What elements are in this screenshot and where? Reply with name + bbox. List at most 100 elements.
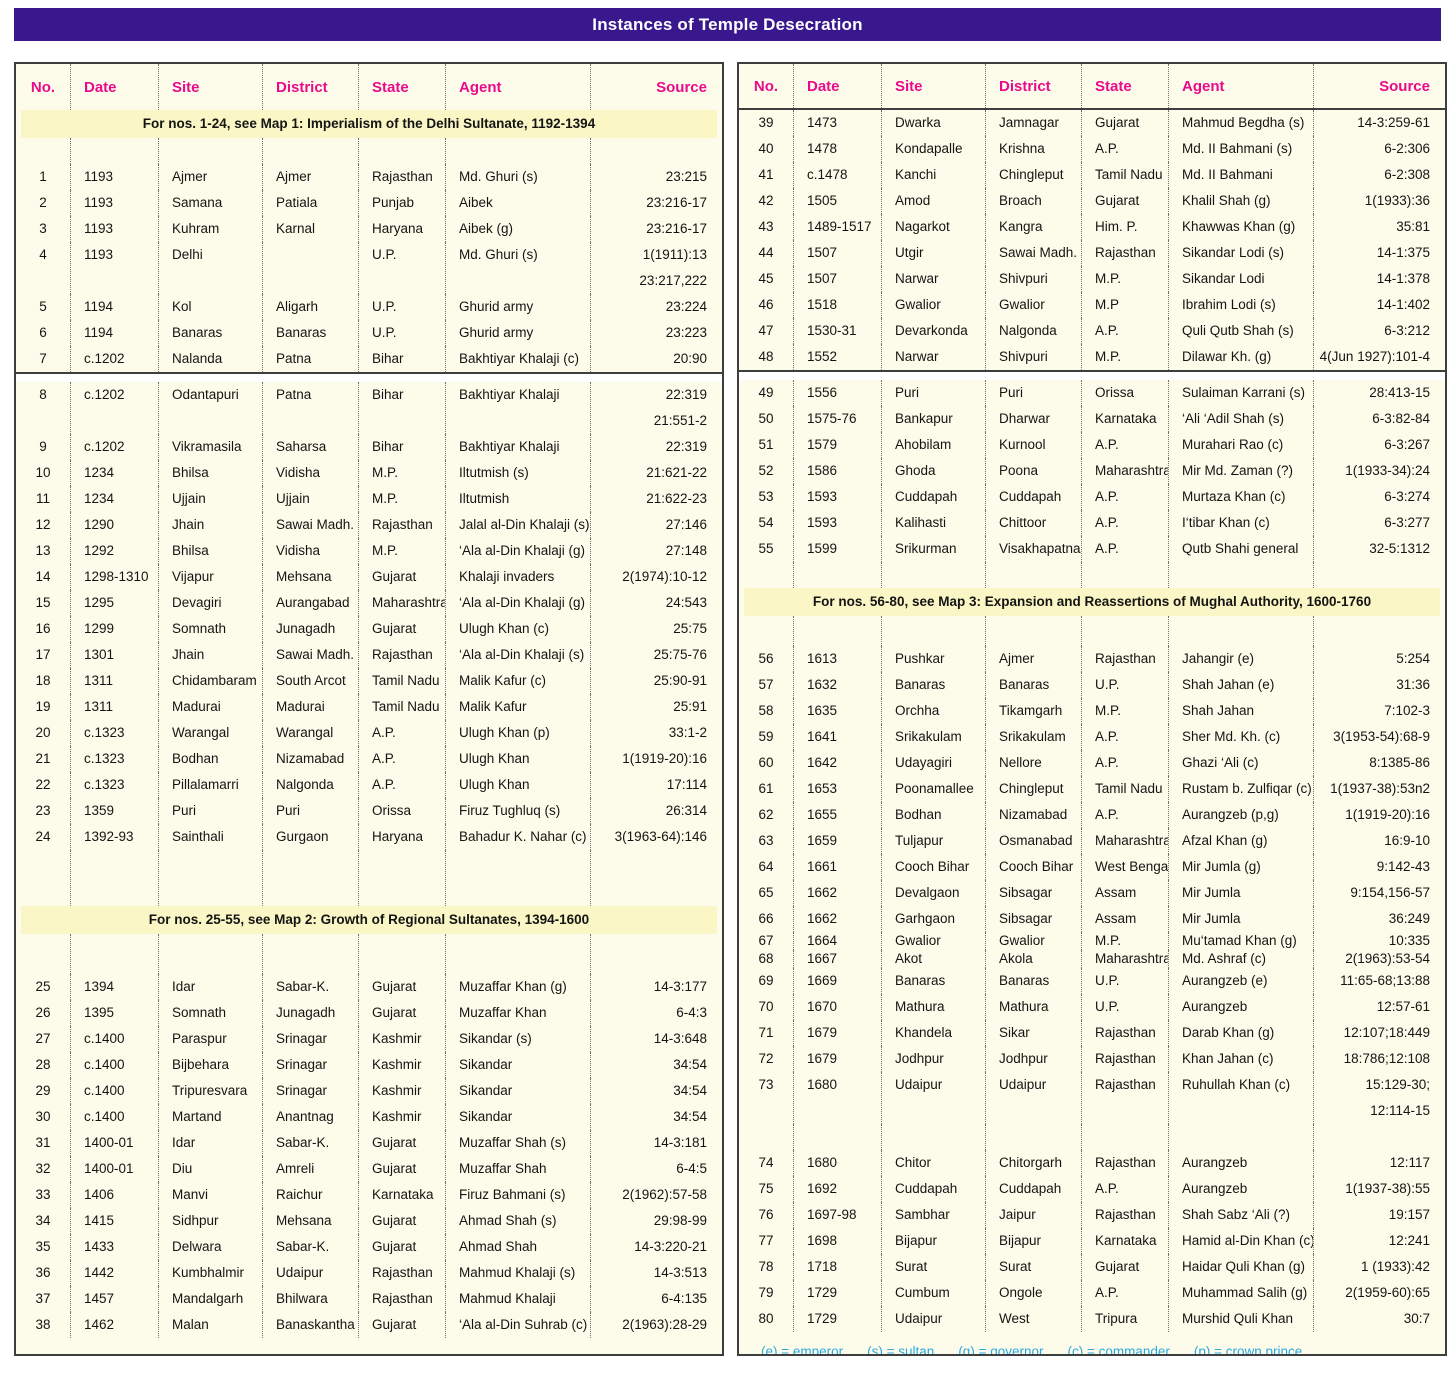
cell-site: Manvi: [158, 1182, 262, 1208]
cell-no: 29: [35, 1083, 51, 1098]
cell-source: 14-3:259-61: [1313, 110, 1445, 136]
cell-date: 1234: [70, 460, 158, 486]
cell-agent: Qutb Shahi general: [1168, 536, 1313, 562]
cell-date: 1635: [793, 698, 881, 724]
source-line: 23:223: [665, 325, 707, 340]
source-line: 26:314: [665, 803, 707, 818]
table-row: 76 1697-98 Sambhar Jaipur Rajasthan Shah Sabz…: [739, 1202, 1445, 1228]
cell-no: 56: [758, 651, 774, 666]
cell-site: Kalihasti: [881, 510, 985, 536]
cell-district: Kurnool: [985, 432, 1081, 458]
source-line: 19:157: [1388, 1207, 1430, 1222]
cell-source: 1(1933):36: [1313, 188, 1445, 214]
cell-source: 25:90-91: [590, 668, 722, 694]
source-line: 6-4:3: [676, 1005, 707, 1020]
cell-state: Rajasthan: [1081, 1072, 1168, 1124]
spacer-cell: [590, 138, 722, 164]
cell-agent: Malik Kafur: [445, 694, 590, 720]
spacer-cell: [793, 616, 881, 646]
cell-agent: Murtaza Khan (c): [1168, 484, 1313, 510]
spacer-cell: [158, 934, 262, 974]
source-line: 2(1959-60):65: [1345, 1285, 1430, 1300]
cell-agent: ‘Ali ‘Adil Shah (s): [1168, 406, 1313, 432]
cell-state: A.P.: [1081, 1280, 1168, 1306]
table-row: 29 c.1400 Tripuresvara Srinagar Kashmir Sikan…: [16, 1078, 722, 1104]
cell-site: Sainthali: [158, 824, 262, 850]
cell-site: Devagiri: [158, 590, 262, 616]
cell-agent: Aibek: [445, 190, 590, 216]
cell-source: 14-3:220-21: [590, 1234, 722, 1260]
legend: (e) = emperor (s) = sultan (g) = governor (…: [739, 1344, 1445, 1356]
spacer-cell: [985, 1124, 1081, 1150]
source-line: 6-4:135: [661, 1291, 707, 1306]
cell-no: 72: [758, 1051, 774, 1066]
table-row: 24 1392-93 Sainthali Gurgaon Haryana Bahadur …: [16, 824, 722, 850]
table-row: 72 1679 Jodhpur Jodhpur Rajasthan Khan Jahan …: [739, 1046, 1445, 1072]
cell-date: 1661: [793, 854, 881, 880]
cell-site: Bijbehara: [158, 1052, 262, 1078]
cell-site: Madurai: [158, 694, 262, 720]
spacer-cell: [16, 138, 70, 164]
cell-date: 1395: [70, 1000, 158, 1026]
cell-site: Banaras: [881, 968, 985, 994]
cell-date: 1632: [793, 672, 881, 698]
source-line: 6-3:267: [1384, 437, 1430, 452]
cell-district: Cuddapah: [985, 484, 1081, 510]
cell-source: 9:142-43: [1313, 854, 1445, 880]
cell-agent: Firuz Bahmani (s): [445, 1182, 590, 1208]
cell-state: A.P.: [1081, 136, 1168, 162]
spacer-cell: [358, 934, 445, 974]
cell-date: 1392-93: [70, 824, 158, 850]
cell-agent: Sikandar Lodi: [1168, 266, 1313, 292]
cell-no: 18: [35, 673, 51, 688]
cell-district: Osmanabad: [985, 828, 1081, 854]
legend-item: (e) = emperor: [761, 1344, 844, 1356]
cell-site: Jhain: [158, 642, 262, 668]
cell-no: 68: [758, 951, 774, 966]
cell-source: 27:148: [590, 538, 722, 564]
cell-no: 25: [35, 979, 51, 994]
cell-date: 1194: [70, 320, 158, 346]
section-banner: For nos. 1-24, see Map 1: Imperialism of…: [21, 110, 717, 138]
cell-date: c.1400: [70, 1078, 158, 1104]
table-row: 32 1400-01 Diu Amreli Gujarat Muzaffar Shah 6-…: [16, 1156, 722, 1182]
cell-state: Kashmir: [358, 1052, 445, 1078]
cell-agent: Shah Jahan: [1168, 698, 1313, 724]
cell-agent: Mir Jumla: [1168, 880, 1313, 906]
source-line: 1(1937-38):55: [1345, 1181, 1430, 1196]
source-line: 10:335: [1388, 933, 1430, 948]
cell-date: 1193: [70, 164, 158, 190]
cell-district: Ajmer: [262, 164, 358, 190]
cell-site: Devalgaon: [881, 880, 985, 906]
table-row: 10 1234 Bhilsa Vidisha M.P. Iltutmish (s) 21:6…: [16, 460, 722, 486]
cell-state: Karnataka: [1081, 406, 1168, 432]
cell-state: Gujarat: [358, 1156, 445, 1182]
source-line: 3(1963-64):146: [614, 829, 707, 844]
cell-source: 32-5:1312: [1313, 536, 1445, 562]
table-row: 62 1655 Bodhan Nizamabad A.P. Aurangzeb (p,g)…: [739, 802, 1445, 828]
table-row: 49 1556 Puri Puri Orissa Sulaiman Karrani (s)…: [739, 380, 1445, 406]
cell-site: Kuhram: [158, 216, 262, 242]
cell-agent: Ulugh Khan: [445, 746, 590, 772]
source-line: 16:9-10: [1384, 833, 1430, 848]
source-line: 6-3:82-84: [1372, 411, 1430, 426]
cell-no: 46: [758, 297, 774, 312]
cell-no: 5: [39, 299, 47, 314]
cell-agent: Mir Jumla (g): [1168, 854, 1313, 880]
cell-no: 67: [758, 933, 774, 948]
source-line: 11:65-68;13:88: [1340, 973, 1430, 988]
table-row: 11 1234 Ujjain Ujjain M.P. Iltutmish 21:622-23: [16, 486, 722, 512]
cell-no: 8: [39, 387, 47, 402]
cell-date: 1415: [70, 1208, 158, 1234]
table-row: 18 1311 Chidambaram South Arcot Tamil Nadu Ma…: [16, 668, 722, 694]
cell-district: Jamnagar: [985, 110, 1081, 136]
table-row: 39 1473 Dwarka Jamnagar Gujarat Mahmud Begdha…: [739, 110, 1445, 136]
cell-source: 6-3:277: [1313, 510, 1445, 536]
cell-date: 1586: [793, 458, 881, 484]
cell-source: 33:1-2: [590, 720, 722, 746]
cell-district: Sabar-K.: [262, 1130, 358, 1156]
spacer-cell: [158, 138, 262, 164]
cell-date: 1729: [793, 1280, 881, 1306]
cell-source: 2(1962):57-58: [590, 1182, 722, 1208]
cell-no: 2: [39, 195, 47, 210]
